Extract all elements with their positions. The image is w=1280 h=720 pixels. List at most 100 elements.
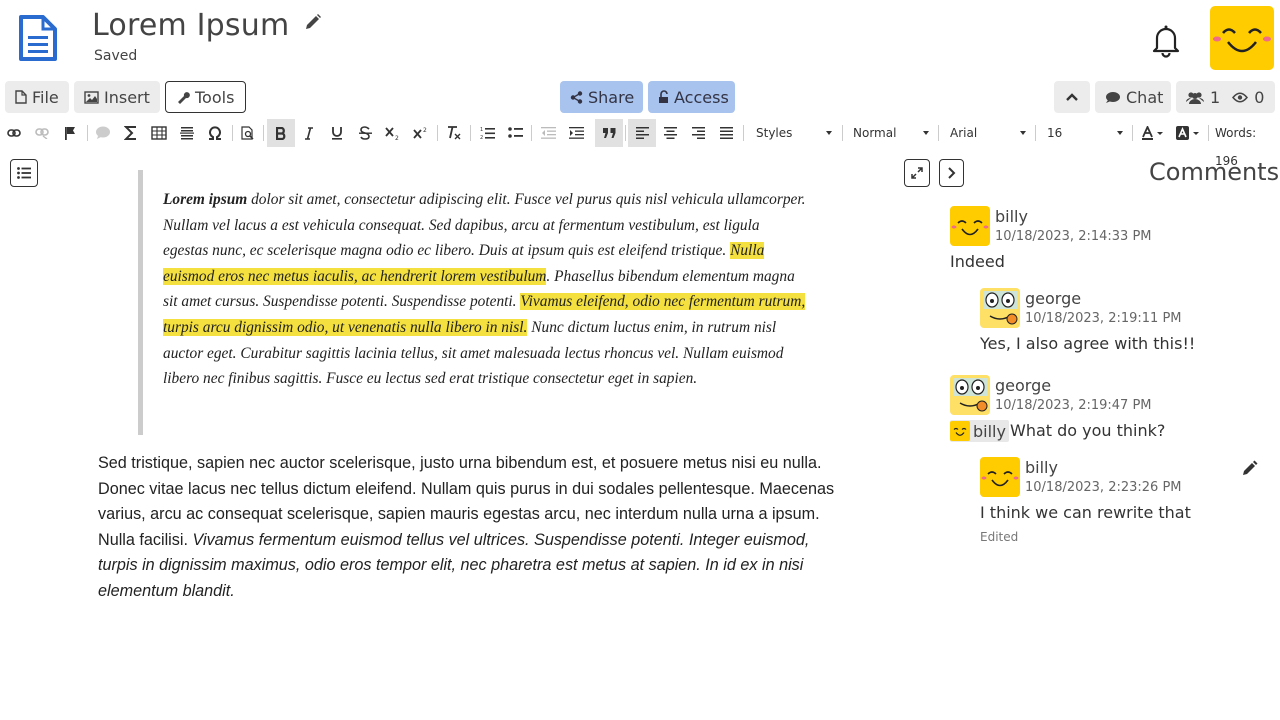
subscript-icon: 2 — [385, 127, 399, 140]
caret-down-icon — [1117, 131, 1123, 135]
comment-author: billy — [1025, 458, 1058, 477]
robot-avatar-icon — [983, 291, 1018, 325]
flag-icon — [65, 127, 75, 140]
avatar — [980, 288, 1020, 328]
comment-button[interactable] — [90, 119, 116, 147]
comment-date: 10/18/2023, 2:23:26 PM — [1025, 480, 1182, 495]
smiley-avatar-icon — [1213, 28, 1271, 53]
comment-text: What do you think? — [1010, 421, 1166, 440]
svg-text:2: 2 — [395, 135, 399, 140]
anchor-button[interactable] — [57, 119, 83, 147]
bold-button[interactable] — [267, 119, 295, 147]
bullet-list-button[interactable] — [502, 119, 528, 147]
underline-button[interactable] — [324, 119, 350, 147]
outdent-button[interactable] — [535, 119, 561, 147]
unlock-icon — [659, 90, 668, 103]
caret-down-icon — [923, 131, 929, 135]
background-color-button[interactable] — [1172, 119, 1204, 147]
blockquote-text[interactable]: Lorem ipsum dolor sit amet, consectetur … — [163, 187, 808, 392]
comment-text: Yes, I also agree with this!! — [980, 334, 1196, 353]
clear-format-icon — [448, 126, 461, 140]
comment-author: billy — [995, 207, 1028, 226]
italic-button[interactable] — [296, 119, 322, 147]
unlink-button[interactable] — [29, 119, 55, 147]
justify-button[interactable] — [713, 119, 739, 147]
page-break-button[interactable] — [174, 119, 200, 147]
edit-title-icon[interactable] — [304, 13, 322, 31]
align-right-button[interactable] — [685, 119, 711, 147]
bold-icon — [276, 126, 286, 140]
collapse-header-button[interactable] — [1054, 81, 1090, 113]
word-count: Words: 196 — [1215, 126, 1257, 168]
align-center-button[interactable] — [657, 119, 683, 147]
table-icon — [151, 126, 167, 140]
link-button[interactable] — [1, 119, 27, 147]
smiley-avatar-icon — [953, 427, 967, 436]
user-mention[interactable]: billy — [950, 420, 1009, 442]
strikethrough-button[interactable] — [352, 119, 378, 147]
users-icon — [1186, 91, 1204, 104]
format-value: Normal — [853, 126, 897, 140]
document-title[interactable]: Lorem Ipsum — [92, 8, 289, 43]
comment-date: 10/18/2023, 2:19:47 PM — [995, 398, 1152, 413]
link-icon — [7, 129, 21, 137]
access-button[interactable]: Access — [648, 81, 735, 113]
page-break-icon — [180, 127, 194, 140]
paragraph-italic-text: Vivamus fermentum euismod tellus vel ult… — [98, 530, 810, 600]
bullet-list-icon — [507, 127, 523, 138]
avatar — [950, 206, 990, 246]
comment-author: george — [995, 376, 1052, 395]
font-size-dropdown[interactable]: 16 — [1037, 119, 1129, 147]
share-button[interactable]: Share — [560, 81, 643, 113]
tools-menu-button[interactable]: Tools — [165, 81, 246, 113]
chat-button[interactable]: Chat — [1095, 81, 1171, 113]
chat-icon — [1106, 91, 1120, 103]
chevron-right-icon — [948, 167, 956, 179]
math-button[interactable] — [118, 119, 144, 147]
indent-icon — [568, 127, 584, 139]
font-dropdown[interactable]: Arial — [940, 119, 1032, 147]
text-color-button[interactable] — [1138, 119, 1168, 147]
svg-text:1: 1 — [480, 127, 483, 133]
align-left-icon — [635, 127, 649, 139]
comments-title: Comments — [1149, 158, 1280, 186]
edit-comment-icon[interactable] — [1242, 460, 1258, 476]
next-comment-button[interactable] — [939, 159, 964, 187]
file-menu-label: File — [32, 87, 59, 107]
indent-button[interactable] — [563, 119, 589, 147]
align-center-icon — [663, 127, 677, 139]
outline-toggle-button[interactable] — [10, 159, 38, 187]
svg-text:2: 2 — [423, 127, 427, 134]
justify-icon — [719, 127, 733, 139]
preview-button[interactable] — [235, 119, 261, 147]
subscript-button[interactable]: 2 — [380, 119, 406, 147]
formatting-toolbar: 2 2 12 Styles Normal Arial 16 — [0, 119, 1280, 147]
insert-menu-button[interactable]: Insert — [74, 81, 160, 113]
file-icon — [15, 90, 27, 104]
notifications-bell-icon[interactable] — [1148, 22, 1184, 58]
file-menu-button[interactable]: File — [5, 81, 69, 113]
clear-format-button[interactable] — [440, 119, 466, 147]
special-char-button[interactable] — [202, 119, 228, 147]
body-paragraph[interactable]: Sed tristique, sapien nec auctor sceleri… — [98, 451, 838, 605]
numbered-list-icon: 12 — [480, 127, 495, 140]
insert-menu-label: Insert — [104, 87, 150, 107]
chevron-up-icon — [1066, 93, 1078, 101]
table-button[interactable] — [146, 119, 172, 147]
viewers-count: 0 — [1254, 87, 1265, 107]
numbered-list-button[interactable]: 12 — [474, 119, 500, 147]
avatar — [980, 457, 1020, 497]
comment-text: I think we can rewrite that — [980, 503, 1191, 522]
user-avatar[interactable] — [1210, 6, 1274, 70]
chat-label: Chat — [1126, 87, 1164, 107]
robot-avatar-icon — [953, 378, 988, 412]
styles-dropdown[interactable]: Styles — [746, 119, 838, 147]
expand-comments-button[interactable] — [904, 159, 930, 187]
align-left-button[interactable] — [628, 119, 656, 147]
caret-down-icon — [826, 131, 832, 135]
superscript-button[interactable]: 2 — [408, 119, 434, 147]
avatar — [950, 375, 990, 415]
users-viewers-button[interactable]: 1 0 — [1176, 81, 1275, 113]
format-dropdown[interactable]: Normal — [843, 119, 935, 147]
blockquote-button[interactable] — [595, 119, 623, 147]
